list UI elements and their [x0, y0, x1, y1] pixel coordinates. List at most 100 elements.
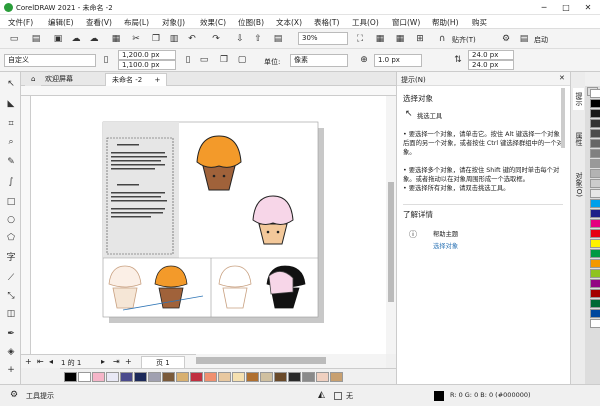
- menu-tools[interactable]: 工具(O): [352, 17, 379, 28]
- palette-swatch[interactable]: [590, 89, 600, 98]
- horizontal-scrollbar[interactable]: [196, 354, 386, 368]
- palette-swatch[interactable]: [162, 372, 175, 382]
- palette-swatch[interactable]: [590, 279, 600, 288]
- palette-swatch[interactable]: [590, 189, 600, 198]
- vertical-scrollbar[interactable]: [386, 96, 396, 354]
- cloud-upload-icon[interactable]: ☁: [70, 33, 82, 45]
- tab-objects[interactable]: 对象(O): [573, 168, 584, 201]
- vertical-ruler[interactable]: [21, 96, 31, 354]
- launch-icon[interactable]: ▤: [518, 33, 530, 45]
- crop-tool-icon[interactable]: ⌗: [5, 118, 17, 130]
- export-icon[interactable]: ⇧: [252, 33, 264, 45]
- eyedropper-tool-icon[interactable]: ✒: [5, 328, 17, 340]
- dimension-tool-icon[interactable]: ⟋: [5, 272, 17, 284]
- palette-swatch[interactable]: [590, 269, 600, 278]
- menu-window[interactable]: 窗口(W): [392, 17, 420, 28]
- freehand-tool-icon[interactable]: ✎: [5, 156, 17, 168]
- menu-view[interactable]: 查看(V): [86, 17, 112, 28]
- current-page-icon[interactable]: ▢: [236, 54, 248, 66]
- page-preset-select[interactable]: 自定义: [4, 54, 96, 67]
- pick-tool-icon[interactable]: ↖: [5, 78, 17, 90]
- landscape-icon[interactable]: ▭: [198, 54, 210, 66]
- zoom-level-input[interactable]: 30%: [298, 32, 348, 45]
- docker-close-icon[interactable]: ✕: [559, 74, 565, 82]
- palette-swatch[interactable]: [590, 309, 600, 318]
- menu-effects[interactable]: 效果(C): [200, 17, 226, 28]
- zoom-tool-icon[interactable]: ⌕: [5, 136, 17, 148]
- artistic-media-icon[interactable]: ∫: [5, 176, 17, 188]
- palette-swatch[interactable]: [590, 119, 600, 128]
- palette-swatch[interactable]: [590, 299, 600, 308]
- shape-tool-icon[interactable]: ◣: [5, 98, 17, 110]
- palette-swatch[interactable]: [148, 372, 161, 382]
- duplicate-y-input[interactable]: 24.0 px: [468, 60, 514, 70]
- palette-swatch[interactable]: [590, 219, 600, 228]
- palette-swatch[interactable]: [590, 169, 600, 178]
- palette-swatch[interactable]: [590, 99, 600, 108]
- print-icon[interactable]: ▦: [110, 33, 122, 45]
- menu-text[interactable]: 文本(X): [276, 17, 302, 28]
- menu-layout[interactable]: 布局(L): [124, 17, 149, 28]
- menu-buy[interactable]: 购买: [472, 17, 487, 28]
- import-icon[interactable]: ⇩: [234, 33, 246, 45]
- menu-table[interactable]: 表格(T): [314, 17, 339, 28]
- interactive-fill-icon[interactable]: ◈: [5, 346, 17, 358]
- menu-file[interactable]: 文件(F): [8, 17, 33, 28]
- close-button[interactable]: ✕: [577, 0, 599, 15]
- undo-icon[interactable]: ↶: [186, 33, 198, 45]
- palette-swatch[interactable]: [288, 372, 301, 382]
- ellipse-tool-icon[interactable]: ○: [5, 214, 17, 226]
- palette-swatch[interactable]: [590, 289, 600, 298]
- last-page-icon[interactable]: ⇥: [113, 357, 120, 366]
- palette-swatch[interactable]: [590, 139, 600, 148]
- horizontal-scroll-thumb[interactable]: [196, 357, 326, 364]
- palette-swatch[interactable]: [232, 372, 245, 382]
- palette-swatch[interactable]: [590, 199, 600, 208]
- palette-swatch[interactable]: [590, 259, 600, 268]
- help-topic-link[interactable]: 选择对象: [433, 242, 458, 251]
- tab-add-icon[interactable]: +: [154, 76, 160, 84]
- cloud-download-icon[interactable]: ☁: [88, 33, 100, 45]
- magnet-icon[interactable]: ∩: [436, 33, 448, 45]
- palette-swatch[interactable]: [590, 179, 600, 188]
- fill-bucket-icon[interactable]: ◭: [318, 390, 325, 400]
- pdf-icon[interactable]: ▤: [272, 33, 284, 45]
- no-fill-swatch[interactable]: [334, 392, 342, 400]
- page-width-input[interactable]: 1,200.0 px: [118, 50, 176, 60]
- palette-swatch[interactable]: [302, 372, 315, 382]
- palette-swatch[interactable]: [590, 319, 600, 328]
- add-tool-icon[interactable]: +: [5, 364, 17, 376]
- snap-to-dropdown[interactable]: 贴齐(T): [452, 35, 476, 45]
- palette-swatch[interactable]: [260, 372, 273, 382]
- portrait-icon[interactable]: ▯: [182, 54, 194, 66]
- palette-swatch[interactable]: [590, 239, 600, 248]
- palette-swatch[interactable]: [120, 372, 133, 382]
- rulers-icon[interactable]: ▦: [374, 33, 386, 45]
- palette-swatch[interactable]: [64, 372, 77, 382]
- guidelines-icon[interactable]: ⊞: [414, 33, 426, 45]
- docker-scrollbar[interactable]: [561, 88, 565, 148]
- open-folder-icon[interactable]: ▤: [30, 33, 42, 45]
- copy-icon[interactable]: ❐: [150, 33, 162, 45]
- settings-gear-icon[interactable]: ⚙: [500, 33, 512, 45]
- menu-object[interactable]: 对象(J): [162, 17, 185, 28]
- first-page-icon[interactable]: ⇤: [37, 357, 44, 366]
- palette-swatch[interactable]: [590, 109, 600, 118]
- cut-icon[interactable]: ✂: [130, 33, 142, 45]
- palette-swatch[interactable]: [274, 372, 287, 382]
- polygon-tool-icon[interactable]: ⬠: [5, 232, 17, 244]
- palette-swatch[interactable]: [590, 249, 600, 258]
- palette-swatch[interactable]: [218, 372, 231, 382]
- rectangle-tool-icon[interactable]: □: [5, 196, 17, 208]
- tab-properties[interactable]: 属性: [573, 128, 584, 150]
- horizontal-ruler[interactable]: [21, 86, 396, 96]
- duplicate-x-input[interactable]: 24.0 px: [468, 50, 514, 60]
- add-page-end-icon[interactable]: +: [125, 357, 132, 366]
- palette-swatch[interactable]: [78, 372, 91, 382]
- palette-swatch[interactable]: [590, 229, 600, 238]
- tab-welcome[interactable]: 欢迎屏幕: [39, 73, 79, 86]
- menu-bitmaps[interactable]: 位图(B): [238, 17, 264, 28]
- menu-edit[interactable]: 编辑(E): [48, 17, 74, 28]
- next-page-icon[interactable]: ▸: [101, 357, 105, 366]
- prev-page-icon[interactable]: ◂: [49, 357, 53, 366]
